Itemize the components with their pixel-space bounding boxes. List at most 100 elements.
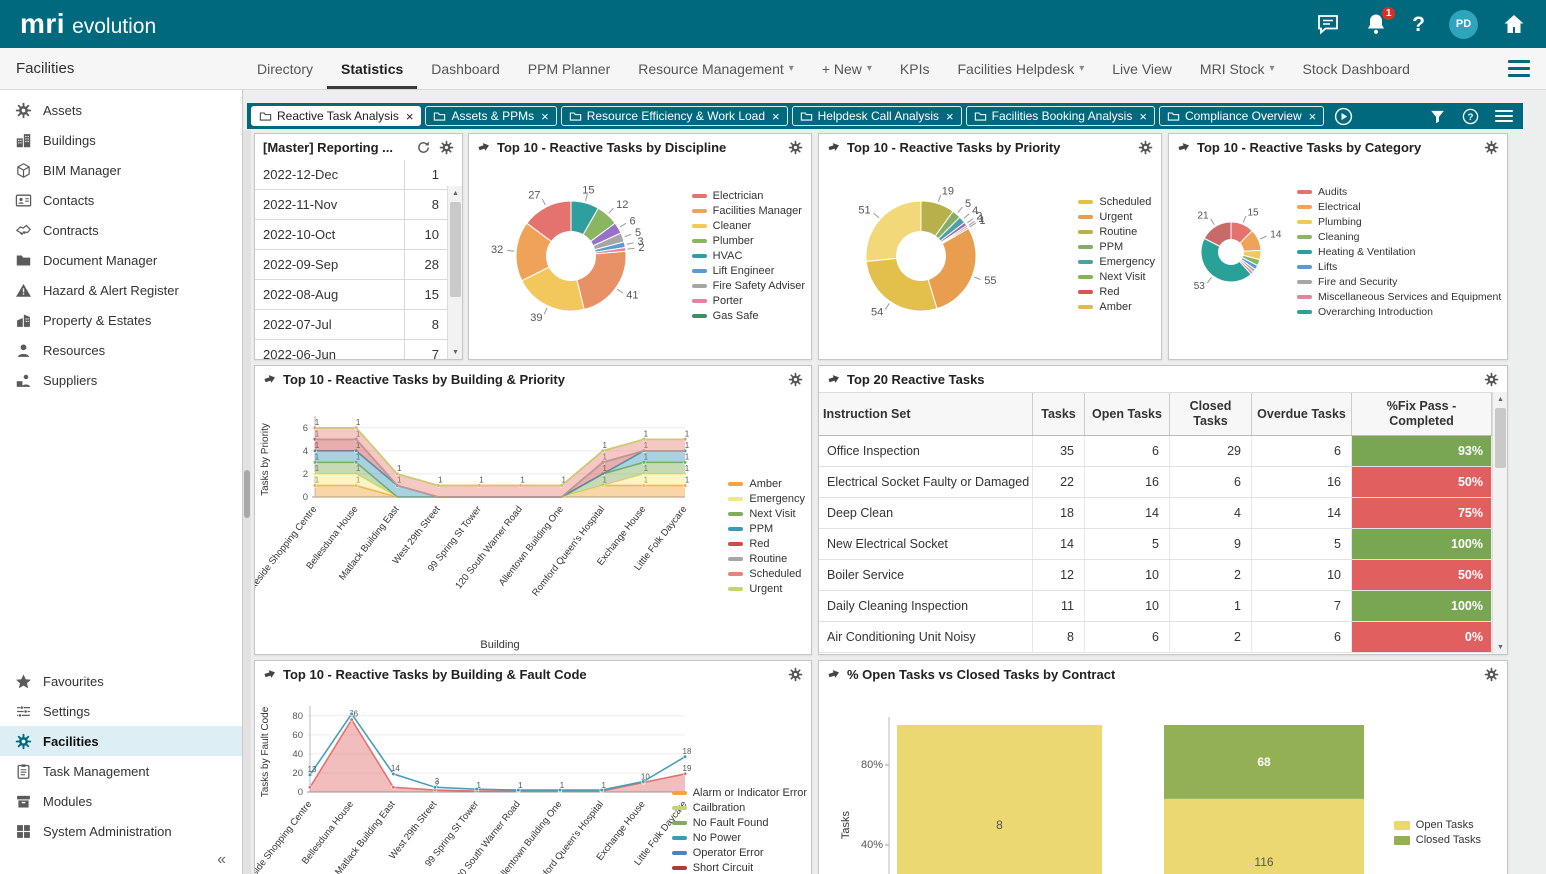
nav-item--new[interactable]: + New ▾ bbox=[808, 48, 886, 89]
table-row[interactable]: Deep Clean 18 14 4 14 75% bbox=[819, 498, 1492, 529]
reporting-row[interactable]: 2022-09-Sep 28 bbox=[255, 250, 447, 280]
nav-item-resource-management[interactable]: Resource Management ▾ bbox=[624, 48, 808, 89]
nav-item-kpis[interactable]: KPIs bbox=[886, 48, 944, 89]
alerts-icon[interactable]: 1 bbox=[1364, 5, 1398, 36]
avatar[interactable]: PD bbox=[1449, 9, 1478, 39]
workspace-tab-reactive-task-analysis[interactable]: Reactive Task Analysis × bbox=[251, 106, 422, 126]
scroll-down-icon[interactable]: ▼ bbox=[1493, 640, 1508, 654]
table-row[interactable]: Office Inspection 35 6 29 6 93% bbox=[819, 436, 1492, 467]
reporting-month: 2022-06-Jun bbox=[255, 340, 405, 359]
nav-menu-icon[interactable] bbox=[1508, 60, 1530, 77]
sidebar-item-facilities[interactable]: Facilities bbox=[0, 726, 242, 756]
sidebar-item-document-manager[interactable]: Document Manager bbox=[0, 245, 242, 275]
table-row[interactable]: Boiler Service 12 10 2 10 50% bbox=[819, 560, 1492, 591]
sidebar-item-label: Document Manager bbox=[43, 252, 158, 268]
nav-item-facilities-helpdesk[interactable]: Facilities Helpdesk ▾ bbox=[944, 48, 1099, 89]
content-scrollbar[interactable] bbox=[243, 130, 251, 874]
sidebar-item-suppliers[interactable]: Suppliers bbox=[0, 365, 242, 395]
gear-icon[interactable] bbox=[1484, 140, 1499, 155]
nav-item-directory[interactable]: Directory bbox=[243, 48, 327, 89]
sidebar-item-assets[interactable]: Assets bbox=[0, 95, 242, 125]
table-header-cell[interactable]: Closed Tasks bbox=[1170, 393, 1252, 435]
gear-icon[interactable] bbox=[1484, 667, 1499, 682]
scroll-up-icon[interactable]: ▲ bbox=[1493, 392, 1508, 406]
table-header-cell[interactable]: Open Tasks bbox=[1085, 393, 1170, 435]
count-cell: 12 bbox=[1033, 560, 1085, 590]
table-header-cell[interactable]: Overdue Tasks bbox=[1252, 393, 1352, 435]
home-icon[interactable] bbox=[1502, 12, 1526, 36]
refresh-icon[interactable] bbox=[416, 140, 431, 155]
reporting-row[interactable]: 2022-06-Jun 7 bbox=[255, 340, 447, 359]
nav-item-live-view[interactable]: Live View bbox=[1098, 48, 1186, 89]
master-scrollbar[interactable]: ▲ ▼ bbox=[447, 186, 462, 359]
gear-icon[interactable] bbox=[788, 667, 803, 682]
nav-item-stock-dashboard[interactable]: Stock Dashboard bbox=[1289, 48, 1424, 89]
panel-menu-icon[interactable] bbox=[1495, 110, 1513, 122]
scroll-up-icon[interactable]: ▲ bbox=[448, 186, 462, 200]
nav-item-mri-stock[interactable]: MRI Stock ▾ bbox=[1186, 48, 1289, 89]
table-row[interactable]: Electrical Socket Faulty or Damaged 22 16 6… bbox=[819, 467, 1492, 498]
reporting-count: 15 bbox=[424, 287, 439, 302]
play-icon[interactable] bbox=[1334, 107, 1353, 126]
help-icon[interactable]: ? bbox=[1412, 14, 1425, 35]
reporting-row[interactable]: 2022-11-Nov 8 bbox=[255, 190, 447, 220]
sidebar-item-modules[interactable]: Modules bbox=[0, 786, 242, 816]
sidebar-item-favourites[interactable]: Favourites bbox=[0, 666, 242, 696]
nav-item-label: Resource Management bbox=[638, 60, 784, 77]
count-cell: 14 bbox=[1252, 498, 1352, 528]
chat-icon[interactable] bbox=[1316, 12, 1340, 36]
sidebar-item-task-management[interactable]: Task Management bbox=[0, 756, 242, 786]
nav-item-dashboard[interactable]: Dashboard bbox=[417, 48, 514, 89]
sidebar-item-bim-manager[interactable]: BIM Manager bbox=[0, 155, 242, 185]
gear-icon[interactable] bbox=[1484, 372, 1499, 387]
close-icon[interactable]: × bbox=[1309, 110, 1317, 123]
nav-item-label: KPIs bbox=[899, 60, 930, 77]
close-icon[interactable]: × bbox=[772, 110, 780, 123]
sidebar-item-property-estates[interactable]: Property & Estates bbox=[0, 305, 242, 335]
nav-item-ppm-planner[interactable]: PPM Planner bbox=[514, 48, 624, 89]
table-row[interactable]: New Electrical Socket 14 5 9 5 100% bbox=[819, 529, 1492, 560]
gear-icon[interactable] bbox=[439, 140, 454, 155]
close-icon[interactable]: × bbox=[406, 110, 414, 123]
close-icon[interactable]: × bbox=[946, 110, 954, 123]
table-header-cell[interactable]: Instruction Set bbox=[819, 393, 1033, 435]
table-header-cell[interactable]: Tasks bbox=[1033, 393, 1085, 435]
sidebar-item-contracts[interactable]: Contracts bbox=[0, 215, 242, 245]
workspace-tab-facilities-booking-analysis[interactable]: Facilities Booking Analysis × bbox=[965, 106, 1155, 126]
scrollbar-handle[interactable] bbox=[1495, 408, 1506, 468]
svg-text:1: 1 bbox=[685, 475, 690, 484]
workspace-tab-compliance-overview[interactable]: Compliance Overview × bbox=[1158, 106, 1325, 126]
filter-icon[interactable] bbox=[1429, 108, 1446, 125]
sidebar-item-settings[interactable]: Settings bbox=[0, 696, 242, 726]
svg-text:1: 1 bbox=[685, 429, 690, 438]
reporting-row[interactable]: 2022-10-Oct 10 bbox=[255, 220, 447, 250]
gear-icon[interactable] bbox=[788, 372, 803, 387]
sidebar-item-resources[interactable]: Resources bbox=[0, 335, 242, 365]
reporting-row[interactable]: 2022-08-Aug 15 bbox=[255, 280, 447, 310]
sidebar-item-buildings[interactable]: Buildings bbox=[0, 125, 242, 155]
gear-icon[interactable] bbox=[788, 140, 803, 155]
reporting-row[interactable]: 2022-12-Dec 1 bbox=[255, 160, 447, 190]
gear-icon[interactable] bbox=[1138, 140, 1153, 155]
scrollbar-handle[interactable] bbox=[450, 202, 461, 297]
table-row[interactable]: Daily Cleaning Inspection 11 10 1 7 100% bbox=[819, 591, 1492, 622]
reporting-row[interactable]: 2022-07-Jul 8 bbox=[255, 310, 447, 340]
top20-scrollbar[interactable]: ▲ ▼ bbox=[1492, 392, 1507, 654]
sidebar-collapse-icon[interactable]: « bbox=[0, 846, 242, 874]
workspace-tab-resource-efficiency-work-load[interactable]: Resource Efficiency & Work Load × bbox=[560, 106, 788, 126]
sidebar-item-contacts[interactable]: Contacts bbox=[0, 185, 242, 215]
workspace-tab-assets-ppms[interactable]: Assets & PPMs × bbox=[425, 106, 557, 126]
scroll-down-icon[interactable]: ▼ bbox=[448, 345, 462, 359]
nav-item-statistics[interactable]: Statistics bbox=[327, 48, 417, 89]
workspace-tab-helpdesk-call-analysis[interactable]: Helpdesk Call Analysis × bbox=[791, 106, 962, 126]
sidebar-item-system-administration[interactable]: System Administration bbox=[0, 816, 242, 846]
svg-text:1: 1 bbox=[397, 464, 402, 473]
table-header-cell[interactable]: %Fix Pass - Completed bbox=[1352, 393, 1492, 435]
sidebar-item-hazard-alert-register[interactable]: Hazard & Alert Register bbox=[0, 275, 242, 305]
close-icon[interactable]: × bbox=[1139, 110, 1147, 123]
scrollbar-handle[interactable] bbox=[244, 470, 250, 518]
help-circle-icon[interactable]: ? bbox=[1462, 108, 1479, 125]
legend-swatch bbox=[728, 587, 744, 591]
close-icon[interactable]: × bbox=[541, 110, 549, 123]
table-row[interactable]: Air Conditioning Unit Noisy 8 6 2 6 0% bbox=[819, 622, 1492, 653]
